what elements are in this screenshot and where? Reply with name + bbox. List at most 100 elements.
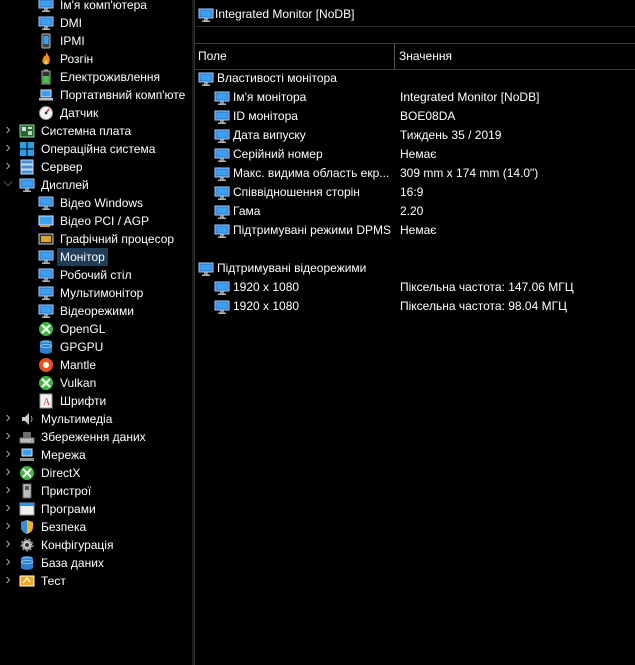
column-divider[interactable] — [394, 44, 395, 69]
chevron-right-icon[interactable]: › — [3, 553, 13, 571]
database-icon — [19, 555, 35, 571]
property-row[interactable]: Співвідношення сторін 16:9 — [195, 183, 635, 202]
monitor-icon — [214, 204, 230, 220]
property-field: Гама — [233, 204, 261, 218]
property-row[interactable]: ID монітора BOE08DA — [195, 107, 635, 126]
monitor-icon — [214, 185, 230, 201]
property-field: 1920 x 1080 — [233, 299, 300, 313]
tree-item[interactable]: Датчик — [0, 104, 101, 122]
tree-item[interactable]: › База даних — [0, 553, 107, 572]
tree-item-label: Робочий стіл — [60, 268, 132, 282]
navigation-tree[interactable]: Ім'я комп'ютера DMI IPMI Розгін Електроживле… — [0, 0, 192, 665]
tree-item[interactable]: Робочий стіл — [0, 266, 135, 284]
tree-item[interactable]: Mantle — [0, 356, 99, 374]
tree-item[interactable]: Розгін — [0, 50, 96, 68]
tree-item[interactable]: › Безпека — [0, 517, 89, 536]
tree-item[interactable]: GPGPU — [0, 338, 106, 356]
chevron-right-icon[interactable]: › — [3, 463, 13, 481]
tree-item-label: Безпека — [41, 520, 87, 534]
chevron-right-icon[interactable]: › — [3, 139, 13, 157]
chevron-right-icon[interactable]: › — [3, 535, 13, 553]
tree-item[interactable]: › Системна плата — [0, 121, 134, 140]
column-header-value[interactable]: Значення — [396, 44, 452, 69]
chevron-right-icon[interactable]: › — [3, 517, 13, 535]
tree-item-label: Шрифти — [60, 394, 107, 408]
monitor-icon — [214, 280, 230, 296]
battery-icon — [38, 69, 54, 85]
chevron-right-icon[interactable]: › — [3, 121, 13, 139]
tree-item[interactable]: › Пристрої — [0, 481, 94, 500]
tree-item[interactable]: › Програми — [0, 499, 99, 518]
flame-icon — [38, 51, 54, 67]
tree-item-label: Системна плата — [41, 124, 132, 138]
tree-item[interactable]: › Операційна система — [0, 139, 158, 158]
property-row[interactable]: Макс. видима область екр... 309 mm x 174 … — [195, 164, 635, 183]
tree-item-label: Сервер — [41, 160, 83, 174]
tree-item[interactable]: Ім'я комп'ютера — [0, 0, 150, 14]
monitor-icon — [38, 267, 54, 283]
property-field: Макс. видима область екр... — [233, 166, 390, 180]
property-field: ID монітора — [233, 109, 298, 123]
tree-item[interactable]: Відеорежими — [0, 302, 137, 320]
motherboard-icon — [19, 123, 35, 139]
chevron-right-icon[interactable]: › — [3, 445, 13, 463]
tree-item[interactable]: › DirectX — [0, 463, 83, 482]
property-row[interactable]: Серійний номер Немає — [195, 145, 635, 164]
svg-text:A: A — [43, 397, 51, 408]
chevron-down-icon[interactable]: ⌵ — [3, 173, 13, 191]
chevron-right-icon[interactable]: › — [3, 571, 13, 589]
tree-item[interactable]: IPMI — [0, 32, 88, 50]
tree-item[interactable]: Відео PCI / AGP — [0, 212, 152, 230]
tree-item-label: Конфігурація — [41, 538, 114, 552]
property-row[interactable]: Підтримувані режими DPMS Немає — [195, 221, 635, 240]
monitor-icon — [38, 249, 54, 265]
tree-item[interactable]: Монітор — [0, 248, 108, 266]
column-header-field[interactable]: Поле — [195, 44, 227, 69]
tree-item[interactable]: Відео Windows — [0, 194, 146, 212]
tree-item[interactable]: OpenGL — [0, 320, 108, 338]
tree-item-label: Vulkan — [60, 376, 97, 390]
tree-item[interactable]: › Мультимедіа — [0, 409, 115, 428]
monitor-icon — [198, 7, 214, 26]
property-row[interactable]: Гама 2.20 — [195, 202, 635, 221]
property-row[interactable]: Ім'я монітора Integrated Monitor [NoDB] — [195, 88, 635, 107]
tree-item-label: Відео Windows — [60, 196, 144, 210]
monitor-icon — [38, 0, 54, 13]
property-row[interactable]: Дата випуску Тиждень 35 / 2019 — [195, 126, 635, 145]
tree-item[interactable]: Графічний процесор — [0, 230, 177, 248]
spacer — [195, 27, 635, 42]
tree-item[interactable]: › Мережа — [0, 445, 89, 464]
monitor-icon — [38, 285, 54, 301]
chevron-right-icon[interactable]: › — [3, 427, 13, 445]
tree-item[interactable]: Електроживлення — [0, 68, 163, 86]
property-field: Співвідношення сторін — [233, 185, 360, 199]
tree-item-label: OpenGL — [60, 322, 106, 336]
chevron-right-icon[interactable]: › — [3, 409, 13, 427]
server-icon — [19, 159, 35, 175]
property-field: Підтримувані режими DPMS — [233, 223, 391, 237]
chevron-right-icon[interactable]: › — [3, 499, 13, 517]
tree-item[interactable]: Портативний комп'юте — [0, 86, 188, 104]
property-row[interactable]: 1920 x 1080 Піксельна частота: 147.06 МГЦ — [195, 278, 635, 297]
tree-item[interactable]: › Збереження даних — [0, 427, 149, 446]
tree-item-label: DMI — [60, 16, 82, 30]
tree-item[interactable]: › Конфігурація — [0, 535, 116, 554]
tree-item[interactable]: Мультимонітор — [0, 284, 146, 302]
monitor-icon — [38, 195, 54, 211]
property-row[interactable]: 1920 x 1080 Піксельна частота: 98.04 МГЦ — [195, 297, 635, 316]
title-bar: Integrated Monitor [NoDB] — [195, 0, 635, 27]
storage-icon — [19, 429, 35, 445]
chevron-right-icon[interactable]: › — [3, 481, 13, 499]
property-value: Немає — [400, 147, 437, 161]
card-icon — [38, 213, 54, 229]
page-title: Integrated Monitor [NoDB] — [215, 7, 355, 21]
tree-item[interactable]: › Тест — [0, 571, 69, 590]
property-value: 2.20 — [400, 204, 424, 218]
tree-item-label: Ім'я комп'ютера — [60, 0, 147, 12]
tree-item[interactable]: ⌵ Дисплей — [0, 173, 92, 194]
tree-item-label: Розгін — [60, 52, 94, 66]
tree-item[interactable]: A Шрифти — [0, 392, 109, 410]
tree-item-label: Операційна система — [41, 142, 156, 156]
tree-item[interactable]: Vulkan — [0, 374, 99, 392]
tree-item[interactable]: DMI — [0, 14, 85, 32]
